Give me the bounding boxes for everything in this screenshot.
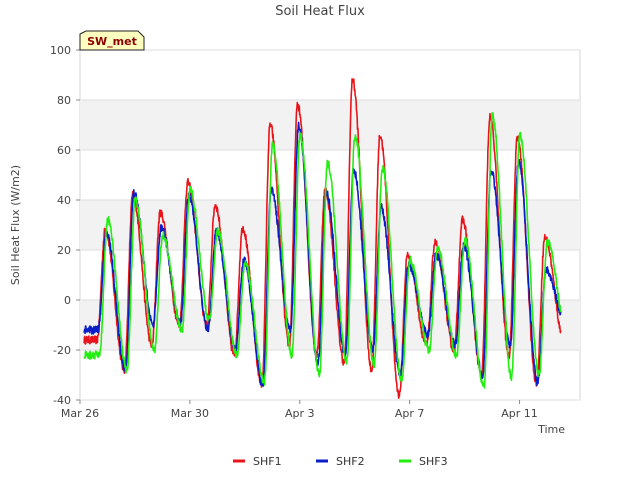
legend-label-shf2: SHF2 — [336, 455, 365, 468]
y-tick-label: -40 — [53, 394, 71, 407]
legend: SHF1 SHF2 SHF3 — [233, 455, 448, 468]
badge-label: SW_met — [87, 35, 137, 48]
x-tick-label: Apr 3 — [285, 407, 315, 420]
y-axis-label: Soil Heat Flux (W/m2) — [9, 165, 22, 285]
y-tick-label: 60 — [57, 144, 71, 157]
soil-heat-flux-chart: -40 -20 0 20 40 60 80 100 Mar 26 Mar 30 Apr 3 Apr 7… — [9, 4, 581, 468]
chart-title: Soil Heat Flux — [275, 4, 365, 19]
y-tick-label: 100 — [50, 44, 71, 57]
chart-frame: -40 -20 0 20 40 60 80 100 Mar 26 Mar 30 Apr 3 Apr 7… — [0, 0, 640, 480]
y-tick-label: 80 — [57, 94, 71, 107]
y-tick-label: -20 — [53, 344, 71, 357]
grid-band — [80, 100, 580, 150]
sw-met-badge: SW_met — [79, 30, 145, 51]
legend-label-shf3: SHF3 — [419, 455, 448, 468]
x-axis-label: Time — [537, 423, 565, 436]
y-tick-label: 20 — [57, 244, 71, 257]
x-tick-label: Apr 11 — [501, 407, 538, 420]
y-tick-label: 0 — [64, 294, 71, 307]
legend-label-shf1: SHF1 — [253, 455, 282, 468]
x-tick-label: Mar 26 — [61, 407, 99, 420]
y-tick-label: 40 — [57, 194, 71, 207]
x-tick-label: Mar 30 — [171, 407, 209, 420]
x-tick-label: Apr 7 — [395, 407, 425, 420]
